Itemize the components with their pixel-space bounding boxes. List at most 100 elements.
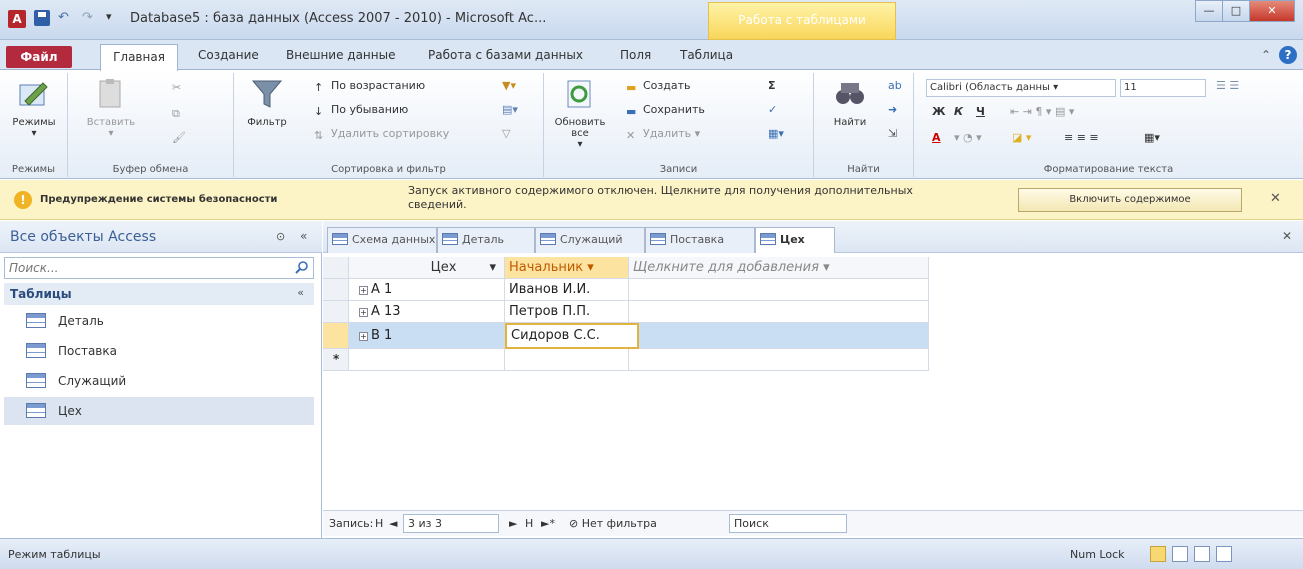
expand-icon[interactable]: + — [359, 332, 368, 341]
access-app-icon[interactable]: A — [8, 10, 26, 28]
customize-quick-access-icon[interactable]: ▾ — [106, 10, 112, 23]
more-records-icon[interactable]: ▦▾ — [768, 127, 784, 140]
indent-icons[interactable]: ⇤ ⇥ ¶ ▾ ▤ ▾ — [1010, 105, 1074, 118]
security-warning-message[interactable]: Запуск активного содержимого отключен. Щ… — [408, 184, 948, 212]
toggle-filter-icon[interactable]: ▽ — [502, 127, 510, 140]
next-record-button[interactable]: ► — [509, 517, 517, 530]
chevron-up-icon[interactable]: « — [297, 286, 304, 299]
row-selector[interactable] — [323, 279, 349, 301]
nav-item-employee[interactable]: Служащий — [4, 367, 314, 395]
save-record-button[interactable]: ▬ Сохранить — [626, 103, 705, 118]
nav-group-tables[interactable]: Таблицы « — [4, 283, 314, 305]
expand-icon[interactable]: + — [359, 308, 368, 317]
tab-fields[interactable]: Поля — [620, 48, 651, 62]
cell-add[interactable] — [639, 323, 929, 349]
filter-button[interactable]: Фильтр — [242, 77, 292, 128]
nav-search-input[interactable] — [5, 258, 285, 278]
tab-external-data[interactable]: Внешние данные — [286, 48, 395, 62]
cell-chief[interactable]: Иванов И.И. — [505, 279, 629, 301]
collapse-nav-icon[interactable]: « — [300, 229, 307, 243]
cell-add[interactable] — [629, 279, 929, 301]
align-icons[interactable]: ≡ ≡ ≡ — [1064, 131, 1099, 144]
tab-relationships[interactable]: Схема данных — [327, 227, 437, 253]
cell-shop[interactable]: A 13 — [349, 301, 505, 323]
column-header-shop[interactable]: Цех ▾ — [349, 257, 505, 279]
new-record-nav-button[interactable]: ►* — [541, 517, 555, 530]
highlight-color-icon[interactable]: ▾ ◔ ▾ — [954, 131, 982, 144]
nav-title[interactable]: Все объекты Access — [10, 229, 156, 245]
cell-add[interactable] — [629, 301, 929, 323]
select-all-corner[interactable] — [323, 257, 349, 279]
list-icons[interactable]: ☰ ☰ — [1216, 79, 1239, 92]
prev-record-button[interactable]: ◄ — [389, 517, 397, 530]
font-color-button[interactable]: A — [932, 131, 941, 144]
no-filter-indicator[interactable]: ⊘ Нет фильтра — [569, 517, 657, 530]
totals-button[interactable]: Σ — [768, 79, 776, 92]
pivot-table-view-icon[interactable] — [1172, 546, 1188, 562]
underline-button[interactable]: Ч — [976, 105, 985, 118]
refresh-all-button[interactable]: Обновить все ▾ — [550, 77, 610, 150]
undo-icon[interactable]: ↶ — [58, 10, 69, 25]
format-painter-icon[interactable]: 🖌 — [172, 131, 186, 144]
pivot-chart-view-icon[interactable] — [1194, 546, 1210, 562]
tab-employee[interactable]: Служащий — [535, 227, 645, 253]
datasheet-view-icon[interactable] — [1150, 546, 1166, 562]
tab-workshop[interactable]: Цех — [755, 227, 835, 253]
italic-button[interactable]: К — [954, 105, 963, 118]
cell-new-add[interactable] — [629, 349, 929, 371]
tab-home[interactable]: Главная — [100, 44, 178, 71]
last-record-button[interactable]: H — [525, 517, 533, 530]
cell-chief-editing[interactable]: Сидоров С.С. — [505, 323, 639, 349]
replace-icon[interactable]: ab — [888, 79, 902, 92]
fill-color-icon[interactable]: ◪ ▾ — [1012, 131, 1031, 144]
cut-icon[interactable]: ✂ — [172, 81, 181, 94]
spelling-icon[interactable]: ✓ — [768, 103, 777, 116]
record-position[interactable]: 3 из 3 — [403, 514, 499, 533]
new-record-button[interactable]: ▬ Создать — [626, 79, 691, 94]
select-icon[interactable]: ⇲ — [888, 127, 897, 140]
tab-create[interactable]: Создание — [198, 48, 259, 62]
first-record-button[interactable]: H — [375, 517, 383, 530]
nav-item-detail[interactable]: Деталь — [4, 307, 314, 335]
cell-new-shop[interactable] — [349, 349, 505, 371]
tab-table[interactable]: Таблица — [680, 48, 733, 62]
close-warning-icon[interactable]: ✕ — [1270, 191, 1281, 206]
selection-filter-icon[interactable]: ▼▾ — [502, 79, 516, 92]
sort-descending-button[interactable]: ↓ По убыванию — [314, 103, 408, 118]
clear-sort-button[interactable]: ⇅ Удалить сортировку — [314, 127, 449, 142]
maximize-button[interactable]: □ — [1222, 0, 1250, 22]
views-button[interactable]: Режимы ▾ — [6, 77, 62, 139]
bold-button[interactable]: Ж — [932, 105, 945, 118]
copy-icon[interactable]: ⧉ — [172, 107, 180, 121]
column-header-chief[interactable]: Начальник ▾ — [505, 257, 629, 279]
cell-new-chief[interactable] — [505, 349, 629, 371]
nav-menu-icon[interactable]: ⊙ — [276, 230, 285, 243]
row-selector-current[interactable] — [323, 323, 349, 349]
column-header-add[interactable]: Щелкните для добавления ▾ — [629, 257, 929, 279]
new-row-selector[interactable]: * — [323, 349, 349, 371]
goto-icon[interactable]: ➜ — [888, 103, 897, 116]
font-size-dropdown[interactable]: 11 — [1120, 79, 1206, 97]
row-selector[interactable] — [323, 301, 349, 323]
tab-file[interactable]: Файл — [6, 46, 72, 68]
design-view-icon[interactable] — [1216, 546, 1232, 562]
find-button[interactable]: Найти — [828, 77, 872, 128]
sort-ascending-button[interactable]: ↑ По возрастанию — [314, 79, 425, 94]
search-icon[interactable] — [295, 260, 309, 274]
font-family-dropdown[interactable]: Calibri (Область данны ▾ — [926, 79, 1116, 97]
advanced-filter-icon[interactable]: ▤▾ — [502, 103, 518, 116]
close-button[interactable]: ✕ — [1249, 0, 1295, 22]
nav-item-workshop[interactable]: Цех — [4, 397, 314, 425]
save-icon[interactable] — [34, 10, 50, 26]
minimize-button[interactable]: — — [1195, 0, 1223, 22]
close-document-icon[interactable]: ✕ — [1282, 229, 1292, 243]
record-search-input[interactable]: Поиск — [729, 514, 847, 533]
paste-button[interactable]: Вставить ▾ — [80, 77, 142, 139]
tab-database-tools[interactable]: Работа с базами данных — [428, 48, 583, 62]
gridlines-icon[interactable]: ▦▾ — [1144, 131, 1160, 144]
tab-detail[interactable]: Деталь — [437, 227, 535, 253]
redo-icon[interactable]: ↷ — [82, 10, 93, 25]
nav-item-supply[interactable]: Поставка — [4, 337, 314, 365]
expand-icon[interactable]: + — [359, 286, 368, 295]
delete-record-button[interactable]: ✕ Удалить ▾ — [626, 127, 700, 142]
